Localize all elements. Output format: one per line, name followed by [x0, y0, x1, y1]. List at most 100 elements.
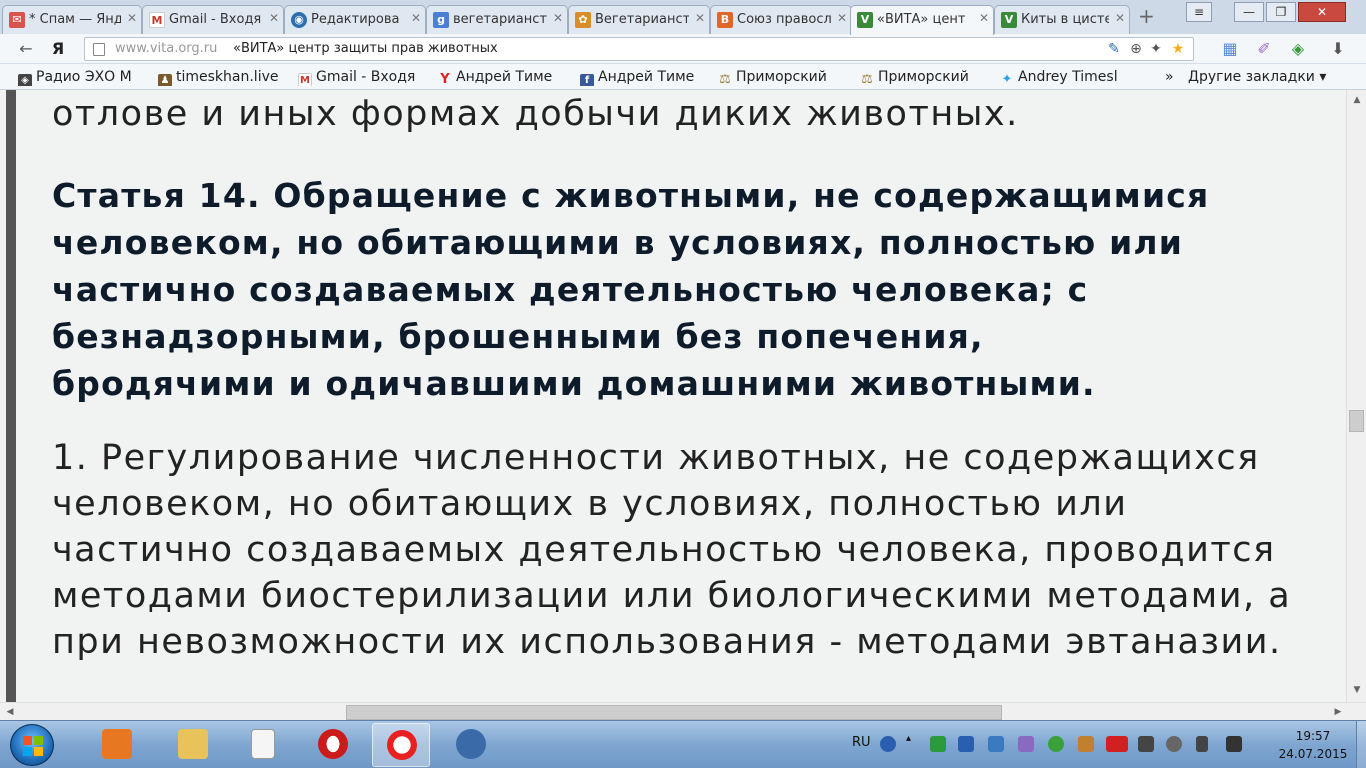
yandex-button[interactable]: Я	[48, 39, 68, 59]
tab-vita-active[interactable]: V «ВИТА» цент ✕	[850, 5, 994, 35]
other-bookmarks-folder[interactable]: Другие закладки ▾	[1188, 68, 1338, 86]
maximize-button[interactable]: ❐	[1266, 2, 1296, 22]
scales-icon: ⚖	[719, 72, 731, 87]
calendar-extension-icon[interactable]: ▦	[1220, 39, 1240, 59]
tab-spam[interactable]: ✉ * Спам — Янд ✕	[2, 5, 142, 34]
taskbar-yandex-browser[interactable]	[372, 723, 430, 767]
language-indicator[interactable]: RU	[852, 735, 871, 750]
article-14-heading: Статья 14. Обращение с животными, не сод…	[52, 172, 1346, 407]
left-border-bar	[6, 90, 16, 702]
close-icon[interactable]: ✕	[837, 11, 847, 25]
battery-icon[interactable]	[1138, 736, 1154, 752]
zoom-icon[interactable]: ⊕	[1127, 40, 1145, 58]
browser-toolbar: ← Я www.vita.org.ru «ВИТА» центр защиты …	[0, 34, 1366, 64]
network-icon[interactable]	[1226, 736, 1242, 752]
tab-gmail[interactable]: M Gmail - Входя ✕	[142, 5, 284, 34]
mail-icon: ✉	[9, 12, 25, 28]
bookmark-yandex-andrey[interactable]: Y Андрей Тиме	[438, 68, 566, 86]
heading-line: Статья 14. Обращение с животными, не сод…	[52, 176, 1210, 215]
tab-vegetarian[interactable]: ✿ Вегетарианст ✕	[568, 5, 710, 34]
language-options-arrow[interactable]: ▴	[906, 733, 911, 744]
tab-soyuz[interactable]: B Союз правосл ✕	[710, 5, 852, 34]
close-icon[interactable]: ✕	[127, 11, 137, 25]
system-clock[interactable]: 19:57 24.07.2015	[1278, 727, 1348, 763]
lightbulb-icon[interactable]: ✦	[1147, 40, 1165, 58]
facebook-icon: f	[580, 74, 594, 86]
scroll-left-arrow[interactable]: ◀	[4, 706, 16, 718]
paragraph-line: методами биостерилизации или биологическ…	[52, 576, 1292, 616]
feather-icon[interactable]: ✎	[1105, 40, 1123, 58]
close-icon[interactable]: ✕	[553, 11, 563, 25]
close-icon[interactable]: ✕	[269, 11, 279, 25]
back-button[interactable]: ←	[16, 39, 36, 59]
scroll-down-arrow[interactable]: ▼	[1351, 684, 1363, 696]
bookmark-facebook-andrey[interactable]: f Андрей Тиме	[580, 68, 708, 86]
phone-app-icon	[456, 729, 486, 759]
article-14-paragraph-1: 1. Регулирование численности животных, н…	[52, 435, 1346, 665]
recycle-icon[interactable]	[930, 736, 946, 752]
yandex-browser-icon	[387, 730, 417, 760]
gear-site-icon: ✿	[575, 12, 591, 28]
tab-edit[interactable]: ◉ Редактирова ✕	[284, 5, 426, 34]
page-icon	[93, 43, 105, 56]
blogger-icon: B	[717, 12, 733, 28]
ati-icon[interactable]	[1106, 736, 1128, 752]
feather-extension-icon[interactable]: ✐	[1254, 39, 1274, 59]
horizontal-scrollbar[interactable]: ◀ ▶	[0, 702, 1366, 720]
vertical-scroll-thumb[interactable]	[1349, 410, 1364, 432]
tab-whales[interactable]: V Киты в цисте ✕	[994, 5, 1130, 34]
taskbar-document[interactable]	[234, 723, 292, 767]
show-desktop-button[interactable]	[1356, 721, 1366, 768]
previous-paragraph-tail: отлове и иных формах добычи диких животн…	[52, 94, 1019, 134]
bookmark-twitter-andrey[interactable]: ✦ Andrey Timesl	[1000, 68, 1128, 86]
action-center-flag-icon[interactable]	[1196, 736, 1208, 752]
bookmark-radio-echo[interactable]: ◈ Радио ЭХО М	[18, 68, 146, 86]
taskbar-phone-app[interactable]	[442, 723, 500, 767]
scroll-right-arrow[interactable]: ▶	[1332, 706, 1344, 718]
address-bar[interactable]: www.vita.org.ru «ВИТА» центр защиты прав…	[84, 37, 1194, 61]
taskbar-opera[interactable]	[304, 723, 362, 767]
radio-icon: ◈	[18, 74, 32, 86]
heading-line: человеком, но обитающими в условиях, пол…	[52, 223, 1184, 262]
browser-menu-button[interactable]: ≡	[1186, 2, 1212, 22]
new-tab-button[interactable]: +	[1138, 6, 1158, 26]
star-icon[interactable]: ★	[1169, 40, 1187, 58]
clock-date: 24.07.2015	[1278, 747, 1348, 761]
scroll-up-arrow[interactable]: ▲	[1351, 94, 1363, 106]
chart-tray-icon[interactable]	[1018, 736, 1034, 752]
volume-icon[interactable]	[1166, 736, 1182, 752]
taskbar-explorer[interactable]	[164, 723, 222, 767]
monitor-icon[interactable]	[988, 736, 1004, 752]
bookmark-gmail[interactable]: M Gmail - Входя	[298, 68, 426, 86]
taskbar-media-player[interactable]	[88, 723, 146, 767]
vita-icon: V	[1001, 12, 1017, 28]
network-shield-icon[interactable]	[958, 736, 974, 752]
document-icon	[251, 729, 275, 759]
close-icon[interactable]: ✕	[1115, 11, 1125, 25]
more-bookmarks-chevron[interactable]: »	[1165, 68, 1181, 86]
paragraph-line: частично создаваемых деятельностью челов…	[52, 530, 1276, 570]
horizontal-scroll-thumb[interactable]	[346, 705, 1002, 720]
minimize-button[interactable]: —	[1234, 2, 1264, 22]
close-icon[interactable]: ✕	[411, 11, 421, 25]
download-icon[interactable]: ⬇	[1328, 39, 1348, 59]
start-button[interactable]	[10, 724, 54, 766]
media-player-icon	[102, 729, 132, 759]
bookmark-primorsky-2[interactable]: ⚖ Приморский	[860, 68, 988, 86]
close-icon[interactable]: ✕	[695, 11, 705, 25]
checkmark-icon[interactable]	[1048, 736, 1064, 752]
clock-time: 19:57	[1295, 729, 1331, 743]
help-icon[interactable]	[880, 736, 896, 752]
page-title-in-omnibox: «ВИТА» центр защиты прав животных	[233, 41, 498, 56]
bookmark-primorsky-1[interactable]: ⚖ Приморский	[718, 68, 846, 86]
heading-line: безнадзорными, брошенными без попечения,	[52, 317, 984, 356]
vertical-scrollbar[interactable]: ▲ ▼	[1346, 90, 1366, 702]
tab-google-search[interactable]: g вегетарианст ✕	[426, 5, 568, 34]
shield-extension-icon[interactable]: ◈	[1288, 39, 1308, 59]
close-window-button[interactable]: ✕	[1298, 2, 1346, 22]
gmail-icon: M	[298, 73, 312, 86]
bookmark-timeskhan[interactable]: ♟ timeskhan.live	[158, 68, 286, 86]
heading-line: бродячими и одичавшими домашними животны…	[52, 364, 1096, 403]
speaker-app-icon[interactable]	[1078, 736, 1094, 752]
close-icon[interactable]: ✕	[979, 11, 989, 25]
